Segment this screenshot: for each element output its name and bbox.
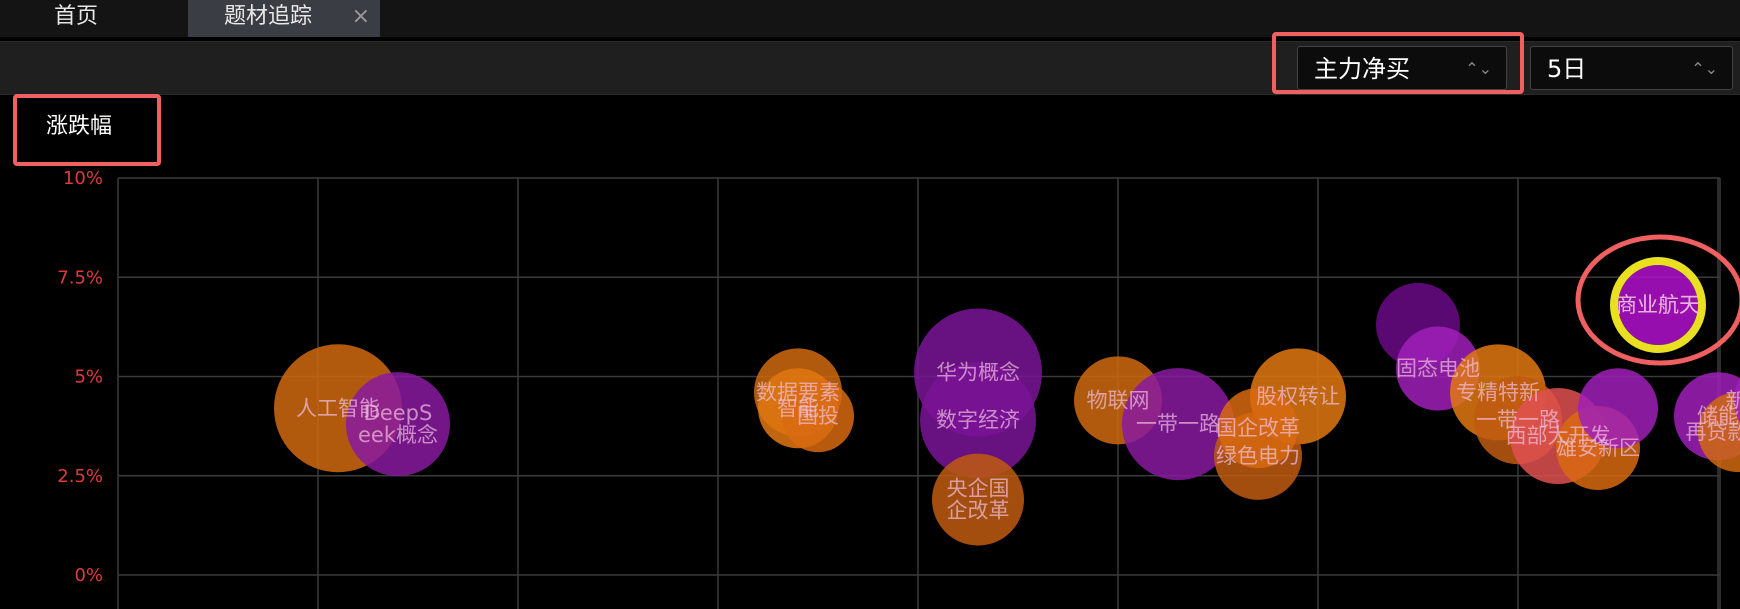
updown-arrows-icon: ⌃⌄ bbox=[1691, 59, 1718, 78]
y-tick-label: 10% bbox=[63, 168, 103, 189]
bubble-label-line: DeepS bbox=[364, 401, 433, 425]
y-axis-title-highlight-box bbox=[13, 94, 161, 166]
y-tick-label: 5% bbox=[74, 367, 103, 388]
y-tick-labels: 10% 7.5% 5% 2.5% 0% bbox=[57, 168, 103, 586]
tab-topic-label: 题材追踪 bbox=[224, 4, 313, 29]
bubble-label: 新型工业化 bbox=[1726, 388, 1740, 412]
bubble-label: 央企国企改革 bbox=[947, 477, 1010, 523]
bubble-label-line: 雄安新区 bbox=[1556, 436, 1640, 460]
bubble-label-line: eek概念 bbox=[358, 423, 438, 447]
bubble-label: 再贷款概念 bbox=[1686, 420, 1740, 444]
bubble-label-line: 企改革 bbox=[947, 499, 1010, 523]
bubble-label: 数字经济 bbox=[936, 408, 1020, 432]
bubble-label: 国投 bbox=[797, 404, 839, 428]
bubble-label: 一带一路 bbox=[1136, 412, 1220, 436]
bubble-label-line: 数字经济 bbox=[936, 408, 1020, 432]
bubble-label: 股权转让 bbox=[1256, 384, 1340, 408]
bubble-label-line: 股权转让 bbox=[1256, 384, 1340, 408]
bubble-label: 华为概念 bbox=[936, 361, 1020, 385]
bubble-label: 国企改革 bbox=[1216, 416, 1300, 440]
bubble-label-line: 再贷款概念 bbox=[1686, 420, 1740, 444]
metric-highlight-box bbox=[1272, 32, 1524, 94]
bubble-label: 物联网 bbox=[1087, 388, 1150, 412]
bubble-label-line: 专精特新 bbox=[1456, 380, 1540, 404]
tab-home[interactable]: 首页 bbox=[0, 0, 152, 37]
bubble-label: 固态电池 bbox=[1396, 357, 1480, 381]
period-value: 5日 bbox=[1547, 55, 1587, 83]
bubble-label-line: 国投 bbox=[797, 404, 839, 428]
bubble-label-line: 一带一路 bbox=[1136, 412, 1220, 436]
close-icon[interactable]: × bbox=[352, 0, 370, 34]
bubble-label-line: 物联网 bbox=[1087, 388, 1150, 412]
bubble-label-line: 固态电池 bbox=[1396, 357, 1480, 381]
bubble-label-line: 国企改革 bbox=[1216, 416, 1300, 440]
highlighted-bubble-label: 商业航天 bbox=[1616, 293, 1700, 317]
bubble-chart: 10%7.5%5%2.5%0% 人工智能DeepS eek概念数据要素智能国投华为… bbox=[57, 168, 1740, 609]
bubble-label-line: 央企国 bbox=[947, 477, 1010, 501]
bubble-label: 雄安新区 bbox=[1556, 436, 1640, 460]
y-tick-label: 2.5% bbox=[57, 466, 103, 487]
y-tick-label: 7.5% bbox=[57, 267, 103, 288]
y-tick-label: 0% bbox=[74, 565, 103, 586]
bubble-label-line: 新型工业化 bbox=[1726, 388, 1740, 412]
bubble-label: 专精特新 bbox=[1456, 380, 1540, 404]
tab-topic-tracking[interactable]: 题材追踪 × bbox=[188, 0, 380, 37]
bubble-label: DeepS eek概念 bbox=[358, 401, 438, 447]
period-select[interactable]: 5日 ⌃⌄ bbox=[1530, 46, 1733, 90]
bubble-label-line: 绿色电力 bbox=[1216, 444, 1300, 468]
bubble-label: 绿色电力 bbox=[1216, 444, 1300, 468]
bubble-label-line: 华为概念 bbox=[936, 361, 1020, 385]
